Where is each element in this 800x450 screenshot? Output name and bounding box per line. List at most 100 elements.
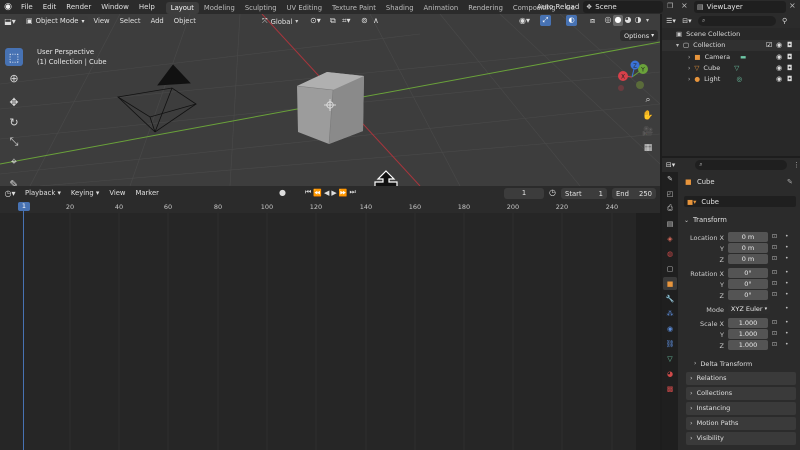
object-name-field[interactable]: ■▾ Cube xyxy=(684,196,796,207)
tab-layout[interactable]: Layout xyxy=(165,1,199,14)
filter-icon[interactable]: ⚲ xyxy=(782,17,787,25)
camera-render-icon[interactable]: ◘ xyxy=(787,52,793,63)
snap-target-icon[interactable]: ⌗▾ xyxy=(342,16,351,26)
keyframe-rotation-mode-icon[interactable]: • xyxy=(785,305,789,312)
timeline-editor-icon[interactable]: ◷▾ xyxy=(0,189,20,198)
keyframe-location-z-icon[interactable]: • xyxy=(785,255,789,262)
auto-reload-button[interactable]: Auto Reload xyxy=(537,3,579,11)
outliner-editor-icon[interactable]: ☰▾ xyxy=(662,17,680,25)
keyframe-rotation-z-icon[interactable]: • xyxy=(785,291,789,298)
rotation-z-field[interactable]: 0° xyxy=(728,290,768,300)
blender-logo-icon[interactable]: ◉ xyxy=(0,2,16,12)
scene-remove-icon[interactable]: × xyxy=(681,1,688,10)
rotation-mode-select[interactable]: XYZ Euler ▾ xyxy=(728,304,770,314)
timeline-scrollbar[interactable] xyxy=(636,213,660,450)
3d-viewport[interactable] xyxy=(0,14,660,186)
light-visibility-icon[interactable]: ◉ xyxy=(776,74,782,85)
tab-sculpting[interactable]: Sculpting xyxy=(240,2,282,14)
expand-arrow-icon[interactable]: ▾ xyxy=(676,40,679,51)
outliner-search-input[interactable]: ⌕ xyxy=(698,16,776,26)
properties-search-input[interactable]: ⌕ xyxy=(695,160,787,170)
properties-editor-icon[interactable]: ⊟▾ xyxy=(662,161,679,169)
light-render-icon[interactable]: ◘ xyxy=(787,74,793,85)
view-layer-selector[interactable]: ▤ ViewLayer xyxy=(694,1,786,13)
menu-window[interactable]: Window xyxy=(96,0,134,14)
expand-arrow-icon[interactable]: › xyxy=(688,74,690,85)
zoom-icon[interactable]: ⌕ xyxy=(641,95,655,111)
tab-shading[interactable]: Shading xyxy=(381,2,419,14)
scene-selector[interactable]: ❖ Scene xyxy=(583,1,663,13)
keyframe-scale-x-icon[interactable]: • xyxy=(785,319,789,326)
move-tool-icon[interactable]: ✥ xyxy=(5,93,23,111)
keyframe-location-x-icon[interactable]: • xyxy=(785,233,789,240)
lock-rotation-z-icon[interactable]: ⊡ xyxy=(772,291,777,298)
rotation-x-field[interactable]: 0° xyxy=(728,268,768,278)
preview-range-icon[interactable]: ◷ xyxy=(549,188,556,197)
tab-uv-editing[interactable]: UV Editing xyxy=(282,2,327,14)
playhead-line[interactable] xyxy=(23,211,24,450)
output-tab-icon[interactable]: ⎙ xyxy=(663,202,677,215)
scene-copy-icon[interactable]: ❐ xyxy=(667,2,673,10)
lock-scale-z-icon[interactable]: ⊡ xyxy=(772,341,777,348)
menu-file[interactable]: File xyxy=(16,0,38,14)
object-tab-icon[interactable]: ■ xyxy=(663,277,677,290)
view-layer-tab-icon[interactable]: ▤ xyxy=(663,217,677,230)
outliner-filter-mode-icon[interactable]: ⊟▾ xyxy=(680,17,694,25)
transform-orientation-selector[interactable]: ⤧ Global ▾ xyxy=(262,16,298,27)
lock-rotation-x-icon[interactable]: ⊡ xyxy=(772,269,777,276)
keyframe-location-y-icon[interactable]: • xyxy=(785,244,789,251)
shading-options-chevron-icon[interactable]: ▾ xyxy=(646,17,649,24)
keyframe-rotation-y-icon[interactable]: • xyxy=(785,280,789,287)
proportional-falloff-icon[interactable]: ∧ xyxy=(373,16,379,25)
menu-edit[interactable]: Edit xyxy=(38,0,62,14)
collections-panel-header[interactable]: › Collections xyxy=(686,387,796,400)
select-box-tool-icon[interactable]: ⬚ xyxy=(5,48,23,66)
lock-location-x-icon[interactable]: ⊡ xyxy=(772,233,777,240)
editor-type-icon[interactable]: ⬓▾ xyxy=(0,17,20,26)
menu-add[interactable]: Add xyxy=(146,14,169,28)
pan-hand-icon[interactable]: ✋ xyxy=(641,111,655,127)
location-z-field[interactable]: 0 m xyxy=(728,254,768,264)
wireframe-shading-icon[interactable]: ◎ xyxy=(603,15,613,26)
material-tab-icon[interactable]: ◕ xyxy=(663,367,677,380)
keyframe-rotation-x-icon[interactable]: • xyxy=(785,269,789,276)
tool-tab-icon[interactable]: ✎ xyxy=(663,172,677,185)
start-frame-field[interactable]: Start 1 xyxy=(561,188,607,199)
timeline-ruler[interactable]: 1 20 40 60 80 100 120 140 160 180 200 22… xyxy=(0,200,660,213)
pivot-point-icon[interactable]: ⊙▾ xyxy=(310,16,321,25)
expand-arrow-icon[interactable]: › xyxy=(688,63,690,74)
gizmo-toggle-icon[interactable]: ⤢ xyxy=(540,15,551,26)
lock-scale-y-icon[interactable]: ⊡ xyxy=(772,330,777,337)
play-icon[interactable]: ▶ xyxy=(330,189,337,197)
tab-texture-paint[interactable]: Texture Paint xyxy=(327,2,381,14)
transform-tool-icon[interactable]: ⌖ xyxy=(5,153,23,171)
pin-icon[interactable]: ⋮ xyxy=(793,161,800,169)
instancing-panel-header[interactable]: › Instancing xyxy=(686,402,796,415)
menu-marker[interactable]: Marker xyxy=(130,186,164,200)
scale-y-field[interactable]: 1.000 xyxy=(728,329,768,339)
motion-paths-panel-header[interactable]: › Motion Paths xyxy=(686,417,796,430)
menu-render[interactable]: Render xyxy=(61,0,96,14)
keyframe-scale-y-icon[interactable]: • xyxy=(785,330,789,337)
texture-tab-icon[interactable]: ▩ xyxy=(663,382,677,395)
outliner-row-collection[interactable]: ▾ ▢ Collection ☑ ◉ ◘ xyxy=(662,40,800,51)
material-shading-icon[interactable]: ◕ xyxy=(623,15,633,26)
physics-tab-icon[interactable]: ◉ xyxy=(663,322,677,335)
collection-visibility-icon[interactable]: ◉ xyxy=(776,40,782,51)
outliner-row-cube[interactable]: › ▽ Cube ▽ ◉ ◘ xyxy=(662,63,800,74)
playhead-frame-badge[interactable]: 1 xyxy=(18,202,30,211)
options-dropdown[interactable]: Options ▾ xyxy=(620,30,659,41)
menu-view[interactable]: View xyxy=(88,14,114,28)
overlay-toggle-icon[interactable]: ◐ xyxy=(566,15,577,26)
visibility-panel-header[interactable]: › Visibility xyxy=(686,432,796,445)
transform-panel-header[interactable]: ⌄ Transform xyxy=(684,214,796,226)
expand-arrow-icon[interactable]: › xyxy=(688,52,690,63)
rotation-y-field[interactable]: 0° xyxy=(728,279,768,289)
lock-location-y-icon[interactable]: ⊡ xyxy=(772,244,777,251)
keyframe-scale-z-icon[interactable]: • xyxy=(785,341,789,348)
modifiers-tab-icon[interactable]: 🔧 xyxy=(663,292,677,305)
perspective-toggle-icon[interactable]: ▦ xyxy=(641,143,655,159)
record-keyframe-icon[interactable]: ● xyxy=(279,188,286,197)
menu-timeline-view[interactable]: View xyxy=(104,186,130,200)
object-data-tab-icon[interactable]: ▽ xyxy=(663,352,677,365)
